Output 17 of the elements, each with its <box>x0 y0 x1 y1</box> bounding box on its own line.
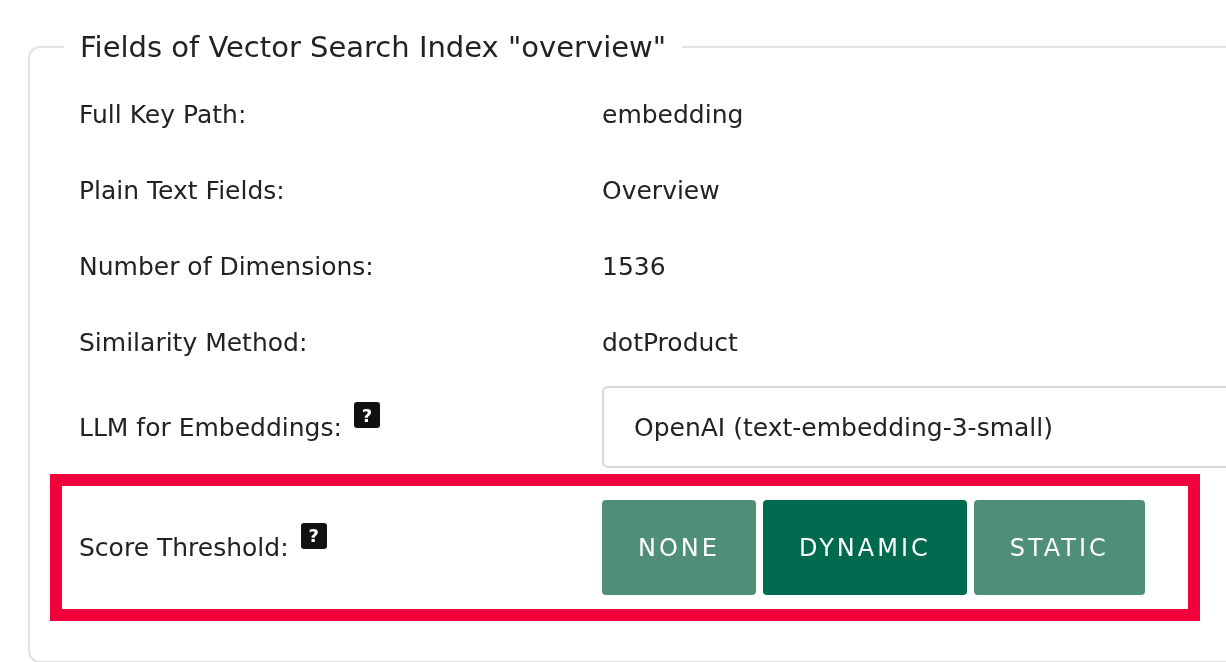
threshold-option[interactable]: DYNAMIC <box>762 500 967 595</box>
field-label: Score Threshold: <box>79 533 289 562</box>
field-label: LLM for Embeddings: <box>79 412 342 442</box>
panel-title: Fields of Vector Search Index "overview" <box>79 30 668 64</box>
help-icon[interactable]: ? <box>300 522 327 549</box>
field-label: Similarity Method: <box>79 327 309 357</box>
threshold-option[interactable]: STATIC <box>973 500 1145 595</box>
field-value: dotProduct <box>602 327 739 357</box>
field-value: 1536 <box>602 251 667 281</box>
field-value: Overview <box>602 175 721 205</box>
field-label: Number of Dimensions: <box>79 251 375 281</box>
help-icon[interactable]: ? <box>353 402 380 428</box>
threshold-option[interactable]: NONE <box>602 500 756 595</box>
field-label: Full Key Path: <box>79 99 248 129</box>
field-label: Plain Text Fields: <box>79 175 286 205</box>
field-value: embedding <box>602 99 745 129</box>
llm-select[interactable]: OpenAI (text-embedding-3-small) <box>602 386 1226 468</box>
